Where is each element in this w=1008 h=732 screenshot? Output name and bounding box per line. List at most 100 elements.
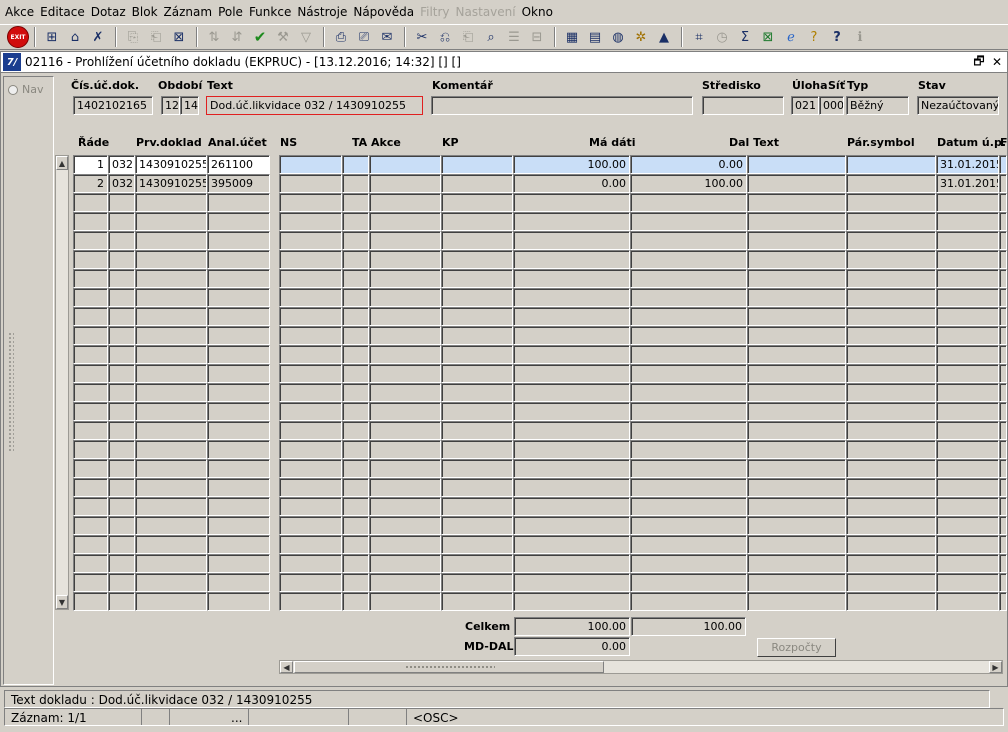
grid-cell-empty[interactable] [747,174,846,193]
insert-record-icon[interactable]: ⊞ [41,26,63,48]
grid-cell-empty[interactable] [135,288,207,307]
grid-cell-empty[interactable] [630,193,747,212]
grid-cell-empty[interactable] [630,288,747,307]
grid-cell-empty[interactable] [936,440,999,459]
grid-cell-datum-up[interactable]: 31.01.2015 [936,155,999,174]
grid-cell-empty[interactable] [936,554,999,573]
menu-item-10[interactable]: Nastavení [455,5,521,19]
grid-cell-empty[interactable] [846,345,936,364]
grid-cell-empty[interactable] [846,383,936,402]
grid-cell-empty[interactable] [342,155,369,174]
grid-cell-empty[interactable] [747,307,846,326]
grid-cell-empty[interactable] [279,459,342,478]
grid-cell-empty[interactable] [342,497,369,516]
grid-cell-empty[interactable] [342,516,369,535]
grid-cell-empty[interactable] [108,497,135,516]
grid-cell-empty[interactable] [936,193,999,212]
grid-cell-empty[interactable] [342,212,369,231]
grid-cell-empty[interactable] [73,516,108,535]
grid-cell-empty[interactable] [513,573,630,592]
grid-cell-empty[interactable] [936,307,999,326]
grid-cell-empty[interactable] [999,193,1007,212]
grid-cell-empty[interactable] [747,155,846,174]
grid-cell-empty[interactable] [108,478,135,497]
grid-cell-empty[interactable] [207,402,270,421]
grid-cell-empty[interactable] [207,421,270,440]
grid-cell-empty[interactable] [441,554,513,573]
grid-cell-empty[interactable] [207,364,270,383]
wrench-icon[interactable]: ⚒ [272,26,294,48]
grid-cell-empty[interactable] [999,516,1007,535]
grid-cell-empty[interactable] [513,193,630,212]
grid-cell-empty[interactable] [441,573,513,592]
grid-cell-empty[interactable] [441,516,513,535]
grid-cell-empty[interactable] [846,573,936,592]
grid-cell-empty[interactable] [369,307,441,326]
grid-cell-empty[interactable] [630,497,747,516]
menu-item-3[interactable]: Blok [131,5,163,19]
grid-cell-empty[interactable] [441,478,513,497]
grid-cell-empty[interactable] [207,250,270,269]
grid-cell-empty[interactable] [936,288,999,307]
menu-item-2[interactable]: Dotaz [90,5,131,19]
grid-cell-empty[interactable] [108,440,135,459]
grid-cell-empty[interactable] [108,364,135,383]
save-record-icon[interactable]: ⌂ [64,26,86,48]
grid-cell-empty[interactable] [441,155,513,174]
grid-cell-empty[interactable] [279,516,342,535]
grid-cell-empty[interactable] [846,326,936,345]
grid-cell-empty[interactable] [936,478,999,497]
grid-cell-empty[interactable] [936,250,999,269]
find-icon[interactable]: ⌕ [480,26,502,48]
grid-cell-empty[interactable] [207,535,270,554]
grid-cell-empty[interactable] [73,421,108,440]
grid-cell-empty[interactable] [279,364,342,383]
grid-cell-empty[interactable] [279,250,342,269]
context-help-icon[interactable]: ? [803,26,825,48]
settings-icon[interactable]: ✲ [630,26,652,48]
grid-cell-empty[interactable] [279,592,342,611]
grid-cell-empty[interactable] [630,326,747,345]
grid-cell-empty[interactable] [135,459,207,478]
grid-cell-empty[interactable] [441,364,513,383]
grid-cell-empty[interactable] [441,193,513,212]
grid-cell-anal-ucet[interactable]: 395009 [207,174,270,193]
grid-cell-empty[interactable] [999,459,1007,478]
grid-cell-empty[interactable] [342,193,369,212]
grid-cell-empty[interactable] [108,383,135,402]
grid-cell-empty[interactable] [342,345,369,364]
grid-cell-empty[interactable] [999,421,1007,440]
grid-cell-empty[interactable] [73,535,108,554]
mail-icon[interactable]: ✉ [376,26,398,48]
print-preview-icon[interactable]: ⎚ [353,26,375,48]
grid-cell-empty[interactable] [747,592,846,611]
grid-cell-empty[interactable] [342,288,369,307]
grid-cell-empty[interactable] [279,307,342,326]
grid-cell-empty[interactable] [846,193,936,212]
grid-cell-empty[interactable] [342,269,369,288]
grid-cell-empty[interactable] [369,193,441,212]
grid-cell-empty[interactable] [207,307,270,326]
stredisko-field[interactable] [702,96,784,115]
grid-cell-empty[interactable] [135,326,207,345]
calculator-icon[interactable]: ▦ [561,26,583,48]
grid-cell-empty[interactable] [999,345,1007,364]
grid-cell-empty[interactable] [936,326,999,345]
grid-cell-empty[interactable] [108,288,135,307]
obdobi-month-field[interactable]: 12 [161,96,180,115]
grid-cell-empty[interactable] [108,459,135,478]
document-icon[interactable]: ▤ [584,26,606,48]
grid-cell-empty[interactable] [73,345,108,364]
grid-cell-empty[interactable] [207,459,270,478]
globe-icon[interactable]: ◍ [607,26,629,48]
grid-cell-empty[interactable] [73,497,108,516]
grid-cell-empty[interactable] [207,592,270,611]
grid-cell-empty[interactable] [369,174,441,193]
menu-item-7[interactable]: Nástroje [296,5,352,19]
grid-cell-empty[interactable] [108,307,135,326]
grid-cell-empty[interactable] [279,573,342,592]
grid-cell-empty[interactable] [936,573,999,592]
grid-cell-empty[interactable] [513,364,630,383]
grid-cell-empty[interactable] [279,402,342,421]
grid-cell-empty[interactable] [441,231,513,250]
